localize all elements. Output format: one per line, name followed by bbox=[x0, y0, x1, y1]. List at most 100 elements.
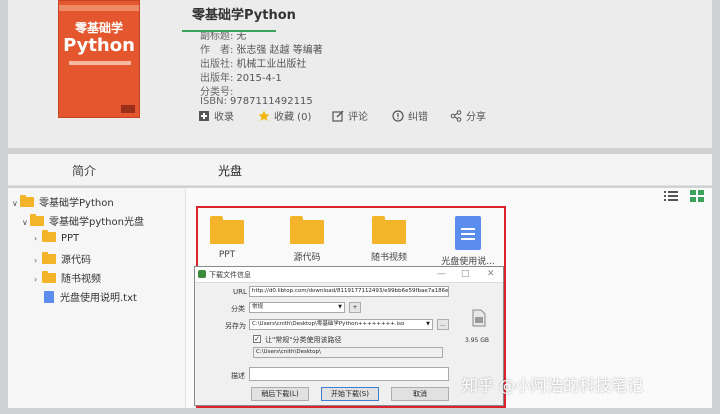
comment-button[interactable]: 评论 bbox=[332, 108, 368, 124]
chevron-right-icon[interactable]: › bbox=[34, 275, 42, 284]
star-icon bbox=[258, 110, 270, 121]
meta-year: 出版年: 2015-4-1 bbox=[200, 69, 282, 84]
tree-disc-folder[interactable]: ∨ 零基础学python光盘 bbox=[22, 213, 144, 228]
file-type-icon bbox=[472, 309, 486, 327]
folder-icon bbox=[290, 216, 324, 244]
tree-label: PPT bbox=[61, 233, 80, 244]
errata-label: 纠错 bbox=[408, 112, 428, 123]
grid-item-readme[interactable]: 光盘使用说... bbox=[440, 216, 496, 267]
file-size: 3.95 GB bbox=[465, 337, 490, 344]
grid-item-label: 源代码 bbox=[293, 253, 321, 263]
maximize-icon[interactable]: □ bbox=[461, 269, 470, 279]
minimize-icon[interactable]: — bbox=[437, 269, 446, 279]
download-dialog: 下载文件信息 — □ ✕ URL http://d0.libtop.com/do… bbox=[194, 266, 504, 406]
url-label: URL bbox=[233, 288, 247, 296]
cover-subtitle: 零基础学 bbox=[74, 21, 123, 35]
folder-icon bbox=[30, 214, 44, 226]
alert-circle-icon bbox=[392, 110, 404, 122]
url-field[interactable]: http://d0.libtop.com/download/8119177112… bbox=[249, 286, 449, 297]
cover-bar bbox=[69, 61, 131, 65]
chevron-down-icon[interactable]: ∨ bbox=[12, 199, 20, 208]
active-tab-indicator bbox=[182, 30, 276, 32]
tree-label: 零基础学python光盘 bbox=[49, 217, 144, 228]
favorite-button[interactable]: 收藏 (0) bbox=[258, 108, 311, 124]
add-category-button[interactable]: + bbox=[349, 302, 361, 313]
grid-item-source[interactable]: 源代码 bbox=[284, 216, 330, 263]
meta-value: 9787111492115 bbox=[230, 96, 313, 107]
tree-item-readme[interactable]: 光盘使用说明.txt bbox=[44, 289, 137, 304]
tree-item-video[interactable]: › 随书视频 bbox=[34, 270, 101, 285]
meta-value: 2015-4-1 bbox=[236, 73, 282, 84]
chevron-down-icon[interactable]: ∨ bbox=[22, 218, 30, 227]
book-title: 零基础学Python bbox=[192, 8, 296, 23]
folder-icon bbox=[372, 216, 406, 244]
tree-root[interactable]: ∨ 零基础学Python bbox=[12, 194, 114, 209]
folder-icon bbox=[42, 230, 56, 242]
share-icon bbox=[450, 110, 462, 122]
tab-intro[interactable]: 简介 bbox=[72, 162, 96, 179]
view-toggle bbox=[664, 190, 708, 204]
browse-button[interactable]: ... bbox=[437, 319, 449, 330]
cover-stripe bbox=[59, 5, 139, 11]
description-field[interactable] bbox=[249, 367, 449, 381]
checkbox-label: 让"常规"分类使用该路径 bbox=[265, 336, 342, 344]
use-path-checkbox[interactable]: ✓ bbox=[253, 335, 261, 343]
edit-icon bbox=[332, 110, 344, 122]
share-label: 分享 bbox=[466, 112, 486, 123]
save-to-list-button[interactable]: 收录 bbox=[198, 108, 234, 124]
dialog-title: 下载文件信息 bbox=[209, 271, 251, 279]
cancel-button[interactable]: 取消 bbox=[391, 387, 449, 401]
saveas-value: C:\Users\cnith\Desktop\零基础学Python+++++++… bbox=[252, 321, 405, 327]
grid-item-video[interactable]: 随书视频 bbox=[364, 216, 414, 263]
tree-item-source[interactable]: › 源代码 bbox=[34, 251, 91, 266]
chevron-down-icon: ▼ bbox=[426, 321, 430, 327]
list-view-icon[interactable] bbox=[664, 190, 678, 202]
category-value: 常规 bbox=[252, 304, 264, 310]
share-button[interactable]: 分享 bbox=[450, 108, 486, 124]
tree-label: 零基础学Python bbox=[39, 198, 114, 209]
cover-title: Python bbox=[63, 35, 135, 56]
grid-item-label: 随书视频 bbox=[370, 253, 407, 263]
category-path-field[interactable]: C:\Users\cnith\Desktop\ bbox=[253, 347, 443, 358]
tree-label: 源代码 bbox=[61, 255, 91, 266]
save-label: 收录 bbox=[214, 112, 234, 123]
saveas-field[interactable]: C:\Users\cnith\Desktop\零基础学Python+++++++… bbox=[249, 319, 433, 330]
chevron-right-icon[interactable]: › bbox=[34, 234, 42, 243]
errata-button[interactable]: 纠错 bbox=[392, 108, 428, 124]
tree-label: 随书视频 bbox=[61, 274, 101, 285]
folder-icon bbox=[42, 252, 56, 264]
folder-icon bbox=[20, 195, 34, 207]
document-icon bbox=[44, 291, 54, 303]
watermark: 知乎 @小阿浩的科技笔记 bbox=[462, 376, 644, 395]
category-select[interactable]: 常规 ▼ bbox=[249, 302, 345, 313]
tab-disc[interactable]: 光盘 bbox=[218, 162, 242, 179]
book-cover[interactable]: 零基础学 Python bbox=[58, 0, 140, 118]
folder-tree: ∨ 零基础学Python ∨ 零基础学python光盘 › PPT › 源代码 › 随书视… bbox=[8, 188, 186, 408]
chevron-right-icon[interactable]: › bbox=[34, 256, 42, 265]
dialog-titlebar[interactable]: 下载文件信息 — □ ✕ bbox=[195, 267, 503, 283]
tab-bar: 简介 光盘 bbox=[8, 154, 712, 186]
download-later-button[interactable]: 稍后下载(L) bbox=[251, 387, 309, 401]
favorite-label: 收藏 (0) bbox=[274, 112, 312, 123]
folder-icon bbox=[42, 271, 56, 283]
grid-item-label: PPT bbox=[218, 250, 236, 260]
tree-item-ppt[interactable]: › PPT bbox=[34, 230, 80, 244]
tree-label: 光盘使用说明.txt bbox=[60, 293, 137, 304]
app-logo-icon bbox=[198, 270, 206, 278]
document-icon bbox=[455, 216, 481, 250]
add-box-icon bbox=[199, 111, 209, 121]
grid-view-icon[interactable] bbox=[690, 190, 704, 202]
meta-publisher: 出版社: 机械工业出版社 bbox=[200, 55, 306, 70]
cover-logo bbox=[121, 105, 135, 113]
saveas-label: 另存为 bbox=[225, 322, 246, 330]
folder-icon bbox=[210, 216, 244, 244]
grid-item-ppt[interactable]: PPT bbox=[204, 216, 250, 260]
comment-label: 评论 bbox=[348, 112, 368, 123]
start-download-button[interactable]: 开始下载(S) bbox=[321, 387, 379, 401]
close-icon[interactable]: ✕ bbox=[487, 269, 495, 279]
meta-isbn: ISBN: 9787111492115 bbox=[200, 96, 313, 107]
chevron-down-icon: ▼ bbox=[338, 304, 342, 310]
meta-author: 作 者: 张志强 赵越 等编著 bbox=[200, 41, 323, 56]
category-label: 分类 bbox=[231, 305, 245, 313]
meta-label: ISBN: bbox=[200, 96, 228, 107]
